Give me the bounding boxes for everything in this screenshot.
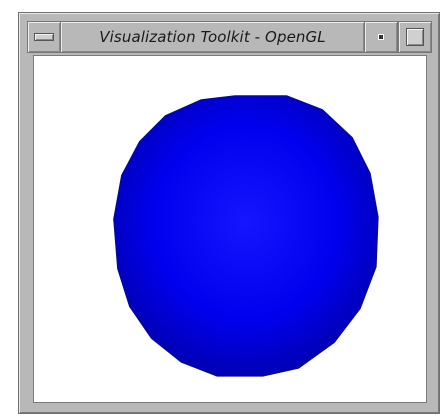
- sphere-render: [34, 56, 426, 402]
- minimize-icon: [378, 34, 384, 40]
- window-menu-icon: [34, 33, 54, 41]
- sphere: [113, 95, 379, 377]
- application-window: Visualization Toolkit - OpenGL: [18, 12, 440, 414]
- maximize-icon: [406, 28, 424, 46]
- title-area[interactable]: Visualization Toolkit - OpenGL: [61, 21, 364, 53]
- window-title: Visualization Toolkit - OpenGL: [99, 28, 326, 46]
- minimize-button[interactable]: [364, 21, 398, 53]
- maximize-button[interactable]: [398, 21, 432, 53]
- render-viewport[interactable]: [33, 55, 427, 403]
- window-menu-button[interactable]: [27, 21, 61, 53]
- title-bar[interactable]: Visualization Toolkit - OpenGL: [27, 21, 432, 53]
